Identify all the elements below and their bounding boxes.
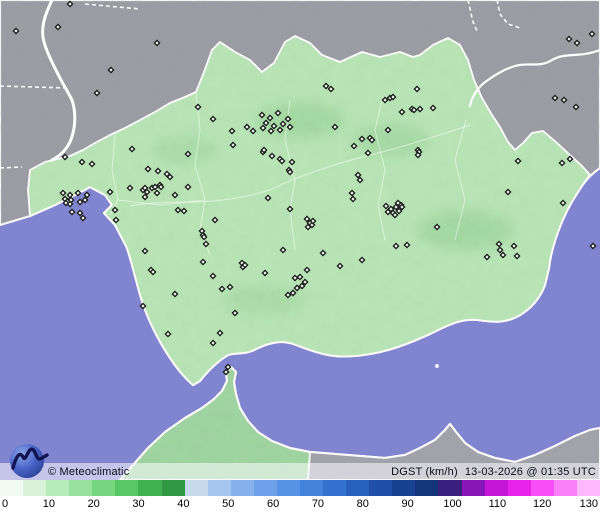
weather-map-screenshot: ) [0,0,600,517]
scale-tick-30: 30 [132,498,145,510]
scale-segment [253,480,277,496]
scale-segment [69,480,93,496]
scale-segment [184,480,208,496]
scale-tick-110: 110 [488,498,507,510]
scale-segment [461,480,485,496]
map-image: ) [0,0,600,480]
scale-tick-130: 130 [579,498,598,510]
scale-tick-90: 90 [401,498,414,510]
scale-tick-100: 100 [443,498,462,510]
scale-tick-0: 0 [2,498,9,510]
scale-segment [115,480,139,496]
scale-segment [484,480,508,496]
attribution-label: © Meteoclimatic [48,465,130,478]
scale-tick-60: 60 [266,498,280,510]
map-canvas: ) [0,0,600,480]
scale-segment [415,480,439,496]
scale-segment [161,480,185,496]
scale-tick-120: 120 [533,498,552,510]
scale-segment [507,480,531,496]
scale-segment [323,480,347,496]
scale-segment [576,480,600,496]
scale-segment [138,480,162,496]
scale-segment [553,480,577,496]
scale-segment [438,480,462,496]
scale-tick-80: 80 [356,498,369,510]
timestamp-label: 13-03-2026 @ 01:35 UTC [464,465,596,478]
wind-gust-color-scale [0,480,600,496]
scale-segment [230,480,254,496]
product-label: DGST (km/h) [391,465,458,478]
scale-segment [300,480,324,496]
product-info: DGST (km/h) 13-03-2026 @ 01:35 UTC [391,466,596,478]
scale-tick-50: 50 [222,498,235,510]
scale-segment [530,480,554,496]
scale-segment [276,480,301,496]
info-bar: © Meteoclimatic DGST (km/h) 13-03-2026 @… [0,463,600,480]
alboran-island [435,364,439,368]
scale-segment [92,480,116,496]
meteoclimatic-logo [6,440,52,485]
scale-tick-labels: 0 10 20 30 40 50 60 70 80 90 100 110 120 130 [0,496,600,517]
scale-segment [346,480,370,496]
scale-segment [207,480,231,496]
scale-tick-20: 20 [87,498,100,510]
logo-icon [10,444,49,478]
scale-tick-70: 70 [311,498,325,510]
scale-tick-10: 10 [42,498,55,510]
scale-segment [369,480,393,496]
scale-tick-40: 40 [177,498,190,510]
scale-segment [392,480,416,496]
